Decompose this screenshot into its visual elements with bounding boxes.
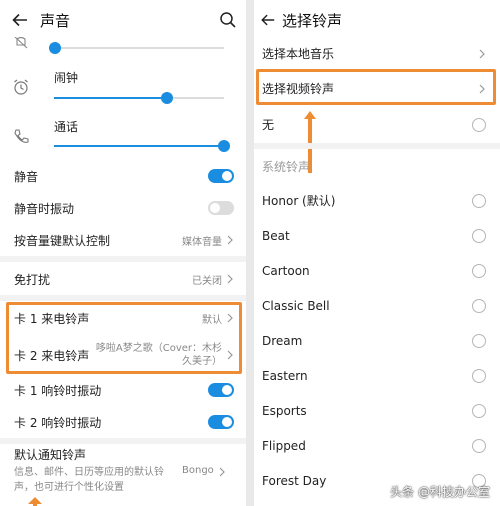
ringtone-none-radio[interactable] (472, 117, 486, 132)
ringtone-item-radio[interactable] (472, 403, 486, 418)
ringtone-none-row[interactable]: 无 (254, 107, 500, 142)
ringtone-item-radio[interactable] (472, 438, 486, 453)
phone-icon (12, 128, 30, 146)
ring-volume-slider[interactable] (49, 42, 224, 54)
ringtone-item[interactable]: Beat (254, 218, 500, 253)
call-volume-label: 通话 (54, 120, 79, 134)
default-notification-row[interactable]: 默认通知铃声 信息、邮件、日历等应用的默认铃声，也可进行个性化设置 Bongo (14, 446, 234, 495)
local-music-label: 选择本地音乐 (262, 47, 335, 61)
ringtone-item[interactable]: Honor (默认) (254, 183, 500, 218)
ringer-muted-icon (12, 34, 30, 52)
ringtone-item[interactable]: Esports (254, 393, 500, 428)
system-ringtones-header: 系统铃声 (262, 160, 311, 174)
notification-value: Bongo (182, 465, 214, 476)
mute-toggle[interactable] (208, 169, 234, 183)
ringtone-item-label: Cartoon (262, 263, 310, 278)
chevron-right-icon (219, 467, 225, 477)
call-volume-thumb[interactable] (218, 140, 230, 152)
card2-vibrate-toggle[interactable] (208, 415, 234, 429)
card1-vibrate-row[interactable]: 卡 1 响铃时振动 (0, 374, 246, 406)
ringtone-item[interactable]: Cartoon (254, 253, 500, 288)
ringtone-highlight-box (6, 302, 242, 374)
dnd-row[interactable]: 免打扰 已关闭 (0, 263, 246, 295)
card2-vibrate-label: 卡 2 响铃时振动 (14, 415, 102, 430)
local-music-row[interactable]: 选择本地音乐 (254, 36, 500, 71)
section-divider (0, 256, 246, 262)
volume-key-label: 按音量键默认控制 (14, 233, 111, 248)
chevron-right-icon (227, 274, 233, 284)
search-icon[interactable] (216, 8, 240, 32)
alarm-volume-slider-row: 闹钟 (0, 66, 246, 110)
card1-vibrate-label: 卡 1 响铃时振动 (14, 383, 102, 398)
ringtone-none-label: 无 (262, 118, 275, 132)
pointer-arrow (28, 494, 42, 506)
ringtone-title-bar: 选择铃声 (254, 0, 500, 40)
vibrate-on-mute-toggle[interactable] (208, 201, 234, 215)
notification-description: 信息、邮件、日历等应用的默认铃声，也可进行个性化设置 (14, 467, 164, 493)
watermark: 头条 @科技办公室 (390, 485, 490, 499)
ringtone-item[interactable]: Dream (254, 323, 500, 358)
ringtone-item-label: Esports (262, 403, 307, 418)
section-divider (254, 143, 500, 149)
chevron-right-icon (479, 49, 485, 58)
back-arrow-icon[interactable] (254, 0, 282, 40)
volume-key-value: 媒体音量 (182, 236, 222, 248)
panel-gap (246, 0, 254, 506)
vibrate-on-mute-row[interactable]: 静音时振动 (0, 192, 246, 224)
alarm-volume-slider[interactable] (54, 92, 224, 104)
ringtone-item-label: Honor (默认) (262, 194, 336, 208)
section-divider (0, 438, 246, 444)
ringtone-item-radio[interactable] (472, 228, 486, 243)
notification-title: 默认通知铃声 (14, 448, 87, 462)
ringtone-item-radio[interactable] (472, 333, 486, 348)
choose-ringtone-panel: 选择铃声 选择本地音乐 选择视频铃声 无 系统铃声 Honor (默认) Beat… (254, 0, 500, 506)
section-divider (0, 295, 246, 301)
ringtone-item-radio[interactable] (472, 263, 486, 278)
card2-vibrate-row[interactable]: 卡 2 响铃时振动 (0, 406, 246, 438)
ringtone-item-radio[interactable] (472, 298, 486, 313)
ring-volume-slider-row (0, 34, 246, 58)
mute-row[interactable]: 静音 (0, 160, 246, 192)
ringtone-item[interactable]: Classic Bell (254, 288, 500, 323)
ringtone-item-label: Beat (262, 228, 290, 243)
alarm-clock-icon (12, 78, 30, 96)
card1-vibrate-toggle[interactable] (208, 383, 234, 397)
ringtone-item-label: Eastern (262, 368, 308, 383)
page-title: 选择铃声 (282, 11, 343, 30)
mute-label: 静音 (14, 169, 39, 184)
ringtone-item-label: Flipped (262, 438, 306, 453)
ringtone-item-radio[interactable] (472, 368, 486, 383)
call-volume-slider-row: 通话 (0, 114, 246, 158)
video-ringtone-highlight-box (256, 69, 496, 105)
sound-settings-panel: 声音 闹钟 通话 静音 静音时振动 按音量键默认控制 媒体音量 免打扰 已关闭 … (0, 0, 246, 506)
volume-key-row[interactable]: 按音量键默认控制 媒体音量 (0, 224, 246, 256)
page-title: 声音 (40, 11, 71, 30)
dnd-value: 已关闭 (192, 275, 222, 287)
ringtone-item[interactable]: Eastern (254, 358, 500, 393)
ring-volume-thumb[interactable] (49, 42, 61, 54)
dnd-label: 免打扰 (14, 272, 51, 287)
alarm-volume-thumb[interactable] (161, 92, 173, 104)
vibrate-on-mute-label: 静音时振动 (14, 201, 75, 216)
chevron-right-icon (227, 235, 233, 245)
call-volume-slider[interactable] (54, 140, 230, 152)
ringtone-item-label: Classic Bell (262, 298, 330, 313)
ringtone-item[interactable]: Flipped (254, 428, 500, 463)
ringtone-item-label: Dream (262, 333, 303, 348)
ringtone-item-radio[interactable] (472, 193, 486, 208)
alarm-volume-label: 闹钟 (54, 71, 79, 85)
